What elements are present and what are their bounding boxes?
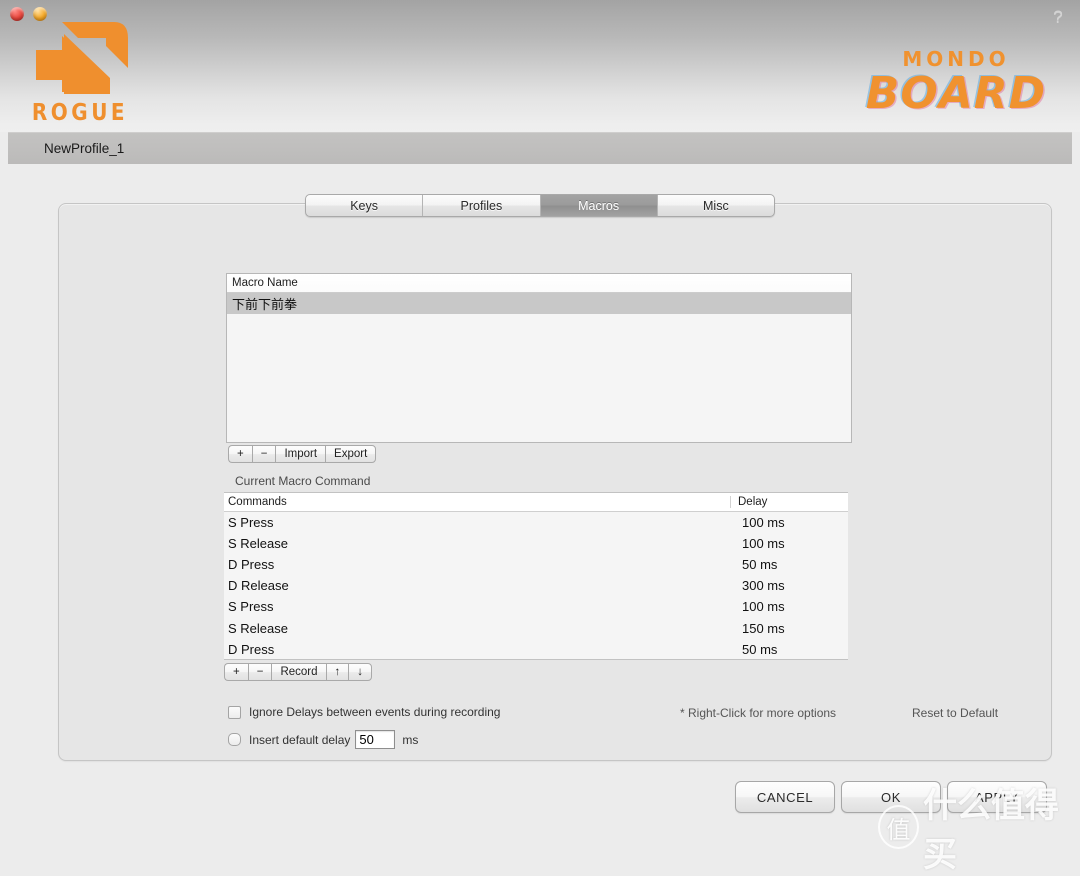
dialog-actions: CANCEL OK APPLY [735,781,1047,813]
table-row[interactable]: D Release 300 ms [224,575,848,596]
cell-command: S Release [228,536,288,552]
list-item[interactable]: 下前下前拳 [227,293,851,314]
delay-unit-label: ms [402,732,419,747]
insert-default-delay-label: Insert default delay [249,732,351,747]
move-down-button[interactable]: ↓ [348,663,373,681]
insert-default-delay-option[interactable]: Insert default delay ms [228,730,418,749]
move-up-button[interactable]: ↑ [325,663,349,681]
remove-macro-button[interactable]: − [251,445,276,463]
tab-profiles[interactable]: Profiles [423,195,541,216]
remove-command-button[interactable]: − [247,663,272,681]
table-row[interactable]: D Press 50 ms [224,639,848,659]
commands-toolbar: + − Record ↑ ↓ [224,663,373,681]
export-button[interactable]: Export [325,445,377,463]
right-click-hint: * Right-Click for more options [680,706,837,720]
rogue-logo: ROGUE [28,16,132,126]
commands-table-header: Commands Delay [224,493,848,512]
cell-command: D Press [228,641,275,657]
ok-button[interactable]: OK [841,781,941,813]
cell-delay: 50 ms [742,641,778,657]
ignore-delays-option[interactable]: Ignore Delays between events during reco… [228,705,500,719]
table-row[interactable]: S Press 100 ms [224,512,848,533]
cell-command: S Release [228,620,288,636]
cell-delay: 300 ms [742,578,785,594]
current-macro-command-label: Current Macro Command [235,474,371,488]
commands-table[interactable]: Commands Delay S Press 100 ms S Release … [224,492,848,660]
cell-command: D Release [228,578,289,594]
default-delay-input[interactable] [355,730,396,749]
import-button[interactable]: Import [275,445,326,463]
mondo-board-logo: MONDO BOARD [846,48,1066,118]
close-window-button[interactable] [10,7,24,21]
profile-bar[interactable]: NewProfile_1 [8,132,1072,164]
tab-macros[interactable]: Macros [540,195,658,216]
cell-command: D Press [228,557,275,573]
record-button[interactable]: Record [271,663,326,681]
app-header: ? ROGUE MONDO BOARD [0,0,1080,132]
ignore-delays-label: Ignore Delays between events during reco… [249,705,501,719]
macro-list-toolbar: + − Import Export [228,445,377,463]
ignore-delays-checkbox[interactable] [228,705,241,719]
table-row[interactable]: S Release 100 ms [224,533,848,554]
cell-command: S Press [228,599,274,615]
macro-name-list[interactable]: Macro Name 下前下前拳 [226,273,852,443]
cell-delay: 50 ms [742,557,778,573]
insert-default-delay-checkbox[interactable] [228,733,241,746]
mondo-wordmark: MONDO [902,47,1010,71]
profile-name-label: NewProfile_1 [44,141,125,156]
apply-button[interactable]: APPLY [947,781,1047,813]
tab-misc[interactable]: Misc [658,195,774,216]
cancel-button[interactable]: CANCEL [735,781,835,813]
cell-command: S Press [228,515,274,531]
rogue-arrow-icon [36,22,128,94]
macro-list-header: Macro Name [227,274,851,293]
table-row[interactable]: S Press 100 ms [224,596,848,617]
reset-to-default-button[interactable]: Reset to Default [912,706,998,720]
column-header-delay: Delay [730,496,843,508]
help-icon[interactable]: ? [1050,7,1066,27]
cell-delay: 100 ms [742,536,785,552]
add-macro-button[interactable]: + [228,445,252,463]
board-wordmark: BOARD [865,68,1047,119]
add-command-button[interactable]: + [224,663,248,681]
column-header-commands: Commands [228,496,287,508]
tab-keys[interactable]: Keys [306,195,424,216]
cell-delay: 100 ms [742,515,785,531]
tab-bar: Keys Profiles Macros Misc [305,194,775,217]
cell-delay: 100 ms [742,599,785,615]
table-row[interactable]: D Press 50 ms [224,554,848,575]
cell-delay: 150 ms [742,620,785,636]
table-row[interactable]: S Release 150 ms [224,617,848,638]
rogue-wordmark: ROGUE [31,98,129,126]
